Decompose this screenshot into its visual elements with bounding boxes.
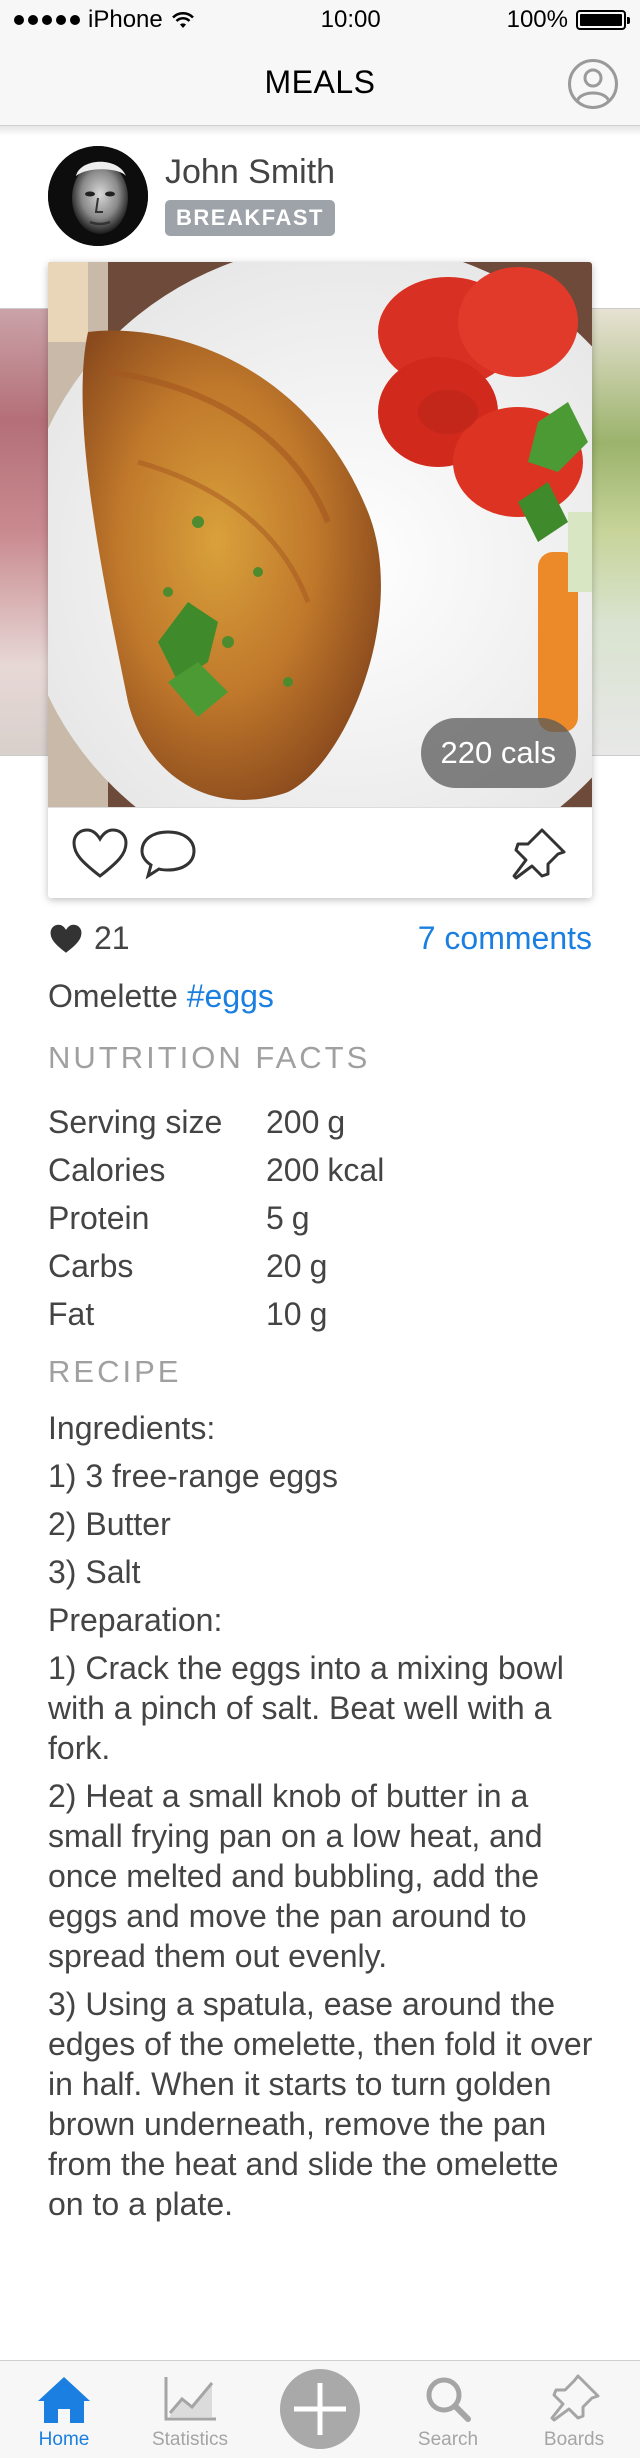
fact-row-calories: Calories 200 kcal [48, 1146, 384, 1194]
recipe-body: Ingredients: 1) 3 free-range eggs 2) But… [48, 1408, 600, 2232]
statistics-icon [164, 2377, 216, 2421]
fact-unit: g [327, 1103, 346, 1140]
fact-label: Carbs [48, 1247, 134, 1284]
tab-home[interactable]: Home [4, 2361, 124, 2458]
header-shadow [0, 126, 640, 136]
recipe-line: Ingredients: [48, 1410, 216, 1446]
battery-icon [576, 10, 630, 30]
home-icon [38, 2377, 90, 2423]
tab-search[interactable]: Search [388, 2361, 508, 2458]
post-caption: Omelette #eggs [48, 978, 274, 1015]
status-bar: iPhone 10:00 100% [0, 0, 640, 40]
tab-label: Statistics [151, 2429, 229, 2450]
wifi-icon [171, 12, 194, 28]
calories-pill: 220 cals [420, 718, 576, 788]
comments-link[interactable]: 7 comments [418, 920, 592, 957]
signal-dots-icon [14, 15, 80, 25]
fact-row-carbs: Carbs 20 g [48, 1242, 384, 1290]
recipe-line: 1) Crack the eggs into a mixing bowl wit… [48, 1650, 564, 1766]
fact-label: Protein [48, 1199, 150, 1236]
carrier-label: iPhone [88, 6, 163, 33]
status-time: 10:00 [320, 6, 381, 33]
fact-unit: g [309, 1295, 328, 1332]
fact-amount: 10 [266, 1295, 302, 1332]
pin-icon[interactable] [508, 826, 568, 882]
card-actions [48, 807, 592, 898]
fact-amount: 20 [266, 1247, 302, 1284]
search-icon [426, 2377, 471, 2422]
tab-label: Boards [543, 2429, 605, 2450]
battery-percent: 100% [506, 6, 568, 33]
recipe-line: Preparation: [48, 1602, 223, 1638]
likes-count: 21 [94, 920, 130, 956]
pin-icon [550, 2374, 600, 2422]
author-name[interactable]: John Smith [165, 153, 335, 192]
likes-row[interactable]: 21 [48, 920, 130, 957]
avatar[interactable] [48, 146, 148, 246]
comment-bubble-icon[interactable] [138, 826, 198, 882]
tab-label: Search [417, 2429, 479, 2450]
fact-label: Serving size [48, 1103, 223, 1140]
add-meal-button[interactable] [280, 2369, 360, 2449]
caption-text: Omelette [48, 978, 178, 1014]
fact-row-serving-size: Serving size 200 g [48, 1098, 384, 1146]
fact-unit: g [309, 1247, 328, 1284]
fact-label: Fat [48, 1295, 95, 1332]
likes-heart-icon [50, 924, 82, 953]
nutrition-facts-table: Serving size 200 g Calories 200 kcal Prote… [48, 1098, 384, 1338]
recipe-header: RECIPE [48, 1354, 182, 1389]
nutrition-facts-header: NUTRITION FACTS [48, 1040, 371, 1075]
recipe-line: 2) Heat a small knob of butter in a smal… [48, 1778, 543, 1974]
status-left: iPhone [14, 6, 195, 34]
avatar-photo [48, 146, 148, 246]
tab-statistics[interactable]: Statistics [130, 2361, 250, 2458]
meal-photo[interactable]: 220 cals [48, 262, 592, 807]
recipe-line: 1) 3 free-range eggs [48, 1458, 338, 1494]
fact-row-fat: Fat 10 g [48, 1290, 384, 1338]
profile-button[interactable] [568, 59, 618, 109]
fact-amount: 5 [266, 1199, 284, 1236]
fact-unit: kcal [327, 1151, 385, 1188]
fact-label: Calories [48, 1151, 166, 1188]
fact-amount: 200 [266, 1151, 320, 1188]
fact-amount: 200 [266, 1103, 320, 1140]
recipe-line: 3) Using a spatula, ease around the edge… [48, 1986, 593, 2222]
recipe-line: 2) Butter [48, 1506, 171, 1542]
like-heart-icon[interactable] [70, 826, 130, 882]
tab-bar: Home Statistics Search Boards [0, 2360, 640, 2458]
post-card: 220 cals [48, 262, 592, 898]
navigation-bar: MEALS [0, 40, 640, 126]
tab-boards[interactable]: Boards [514, 2361, 634, 2458]
status-right: 100% [506, 6, 630, 34]
previous-post-preview[interactable] [0, 308, 48, 756]
hashtag-link[interactable]: #eggs [187, 978, 274, 1014]
page-title: MEALS [264, 64, 376, 100]
tab-label: Home [38, 2429, 90, 2450]
fact-row-protein: Protein 5g [48, 1194, 384, 1242]
recipe-line: 3) Salt [48, 1554, 141, 1590]
next-post-preview[interactable] [592, 308, 640, 756]
user-icon [575, 68, 611, 103]
fact-unit: g [291, 1199, 310, 1236]
add-icon [294, 2383, 346, 2435]
meal-type-badge: BREAKFAST [165, 200, 335, 236]
